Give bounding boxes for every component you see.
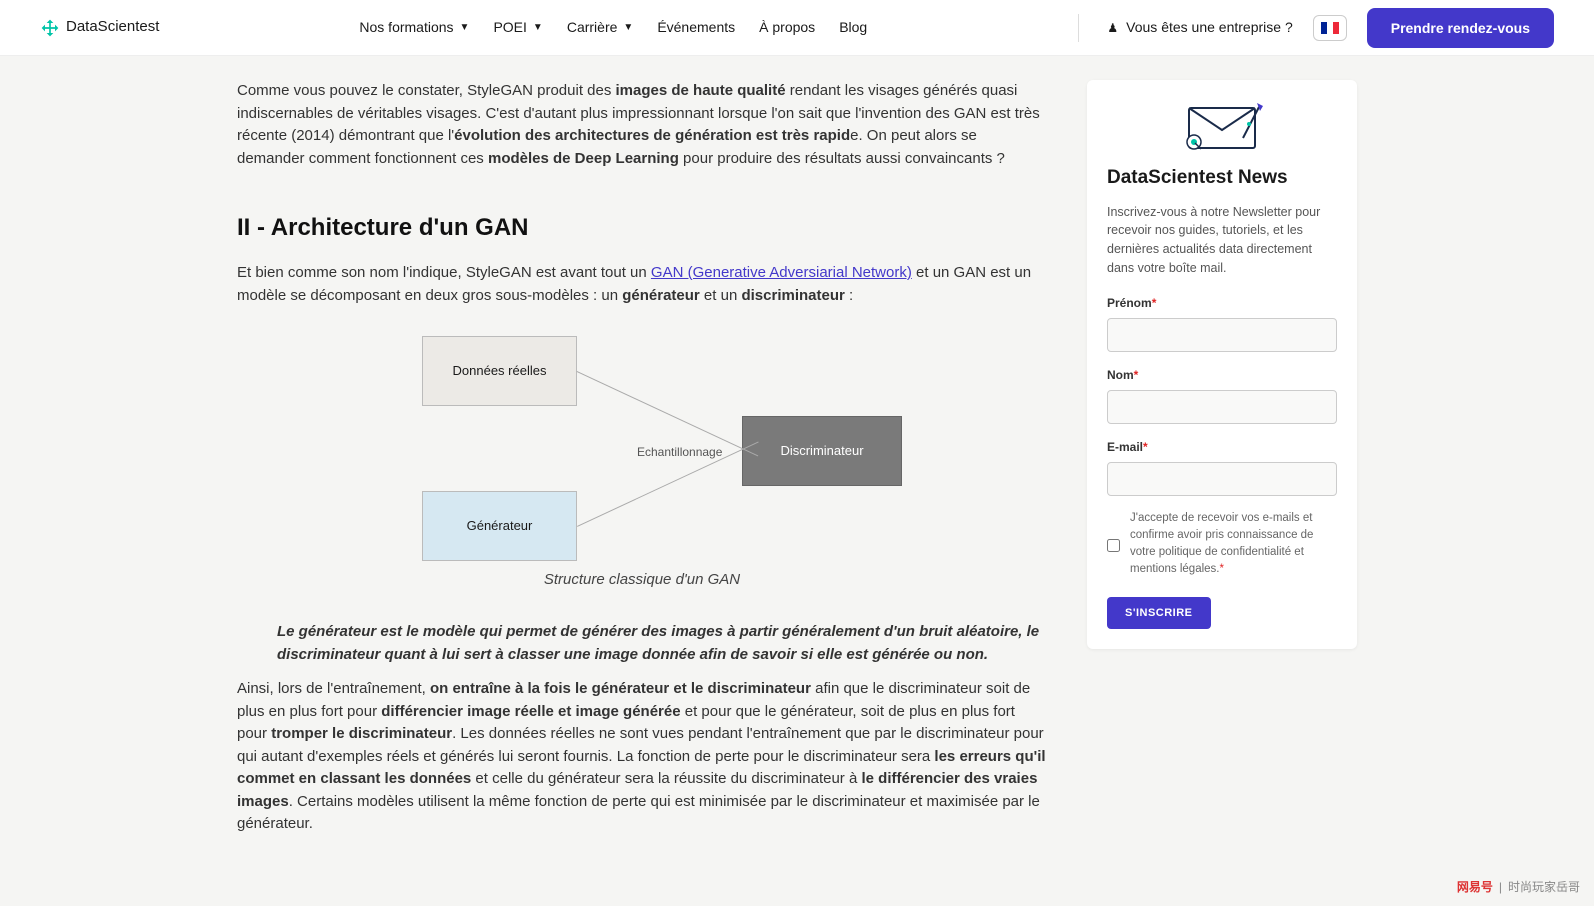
chess-icon: ♟ bbox=[1107, 19, 1118, 37]
footer-attribution: 网易号 | 时尚玩家岳哥 bbox=[1457, 878, 1580, 896]
nav-formations[interactable]: Nos formations ▼ bbox=[359, 17, 469, 38]
label-nom: Nom* bbox=[1107, 366, 1337, 384]
divider: | bbox=[1499, 878, 1502, 896]
label-email: E-mail* bbox=[1107, 438, 1337, 456]
brand-icon bbox=[40, 18, 60, 38]
newsletter-title: DataScientest News bbox=[1107, 164, 1337, 193]
consent-text: J'accepte de recevoir vos e-mails et con… bbox=[1130, 510, 1337, 579]
flag-fr-icon bbox=[1321, 22, 1339, 34]
paragraph: Comme vous pouvez le constater, StyleGAN… bbox=[237, 80, 1047, 170]
nav-blog[interactable]: Blog bbox=[839, 17, 867, 38]
input-prenom[interactable] bbox=[1107, 318, 1337, 352]
callout-paragraph: Le générateur est le modèle qui permet d… bbox=[237, 620, 1047, 667]
language-selector[interactable] bbox=[1313, 15, 1347, 41]
envelope-icon bbox=[1177, 100, 1267, 152]
section-heading: II - Architecture d'un GAN bbox=[237, 210, 1047, 246]
chevron-down-icon: ▼ bbox=[460, 20, 470, 35]
enterprise-link[interactable]: ♟ Vous êtes une entreprise ? bbox=[1107, 17, 1292, 38]
nav-evenements[interactable]: Événements bbox=[657, 17, 735, 38]
nav-poei[interactable]: POEI ▼ bbox=[493, 17, 542, 38]
label-prenom: Prénom* bbox=[1107, 294, 1337, 312]
brand-logo[interactable]: DataScientest bbox=[40, 16, 159, 39]
figure-caption: Structure classique d'un GAN bbox=[237, 569, 1047, 592]
gan-diagram: Données réelles Générateur Discriminateu… bbox=[292, 331, 992, 561]
diagram-box-discriminator: Discriminateur bbox=[742, 416, 902, 486]
gan-link[interactable]: GAN (Generative Adversiarial Network) bbox=[651, 264, 912, 281]
source-brand: 网易号 bbox=[1457, 878, 1493, 896]
nav-carriere[interactable]: Carrière ▼ bbox=[567, 17, 633, 38]
paragraph: Ainsi, lors de l'entraînement, on entraî… bbox=[237, 678, 1047, 836]
header-right: ♟ Vous êtes une entreprise ? Prendre ren… bbox=[1070, 8, 1554, 48]
input-email[interactable] bbox=[1107, 462, 1337, 496]
brand-text: DataScientest bbox=[66, 16, 159, 39]
chevron-down-icon: ▼ bbox=[533, 20, 543, 35]
chevron-down-icon: ▼ bbox=[623, 20, 633, 35]
main-nav: Nos formations ▼ POEI ▼ Carrière ▼ Événe… bbox=[359, 17, 867, 38]
source-author: 时尚玩家岳哥 bbox=[1508, 878, 1580, 896]
subscribe-button[interactable]: S'INSCRIRE bbox=[1107, 597, 1211, 629]
field-prenom: Prénom* bbox=[1107, 294, 1337, 352]
consent-checkbox[interactable] bbox=[1107, 512, 1120, 579]
consent-row: J'accepte de recevoir vos e-mails et con… bbox=[1107, 510, 1337, 579]
diagram-box-generator: Générateur bbox=[422, 491, 577, 561]
main-header: DataScientest Nos formations ▼ POEI ▼ Ca… bbox=[0, 0, 1594, 56]
sidebar: DataScientest News Inscrivez-vous à notr… bbox=[1087, 80, 1357, 848]
article-body: Comme vous pouvez le constater, StyleGAN… bbox=[237, 80, 1047, 848]
input-nom[interactable] bbox=[1107, 390, 1337, 424]
cta-button[interactable]: Prendre rendez-vous bbox=[1367, 8, 1554, 48]
diagram-box-data: Données réelles bbox=[422, 336, 577, 406]
field-email: E-mail* bbox=[1107, 438, 1337, 496]
newsletter-card: DataScientest News Inscrivez-vous à notr… bbox=[1087, 80, 1357, 649]
newsletter-desc: Inscrivez-vous à notre Newsletter pour r… bbox=[1107, 203, 1337, 278]
diagram-label-sampling: Echantillonnage bbox=[637, 443, 722, 461]
field-nom: Nom* bbox=[1107, 366, 1337, 424]
paragraph: Et bien comme son nom l'indique, StyleGA… bbox=[237, 262, 1047, 307]
nav-apropos[interactable]: À propos bbox=[759, 17, 815, 38]
divider bbox=[1078, 14, 1079, 42]
